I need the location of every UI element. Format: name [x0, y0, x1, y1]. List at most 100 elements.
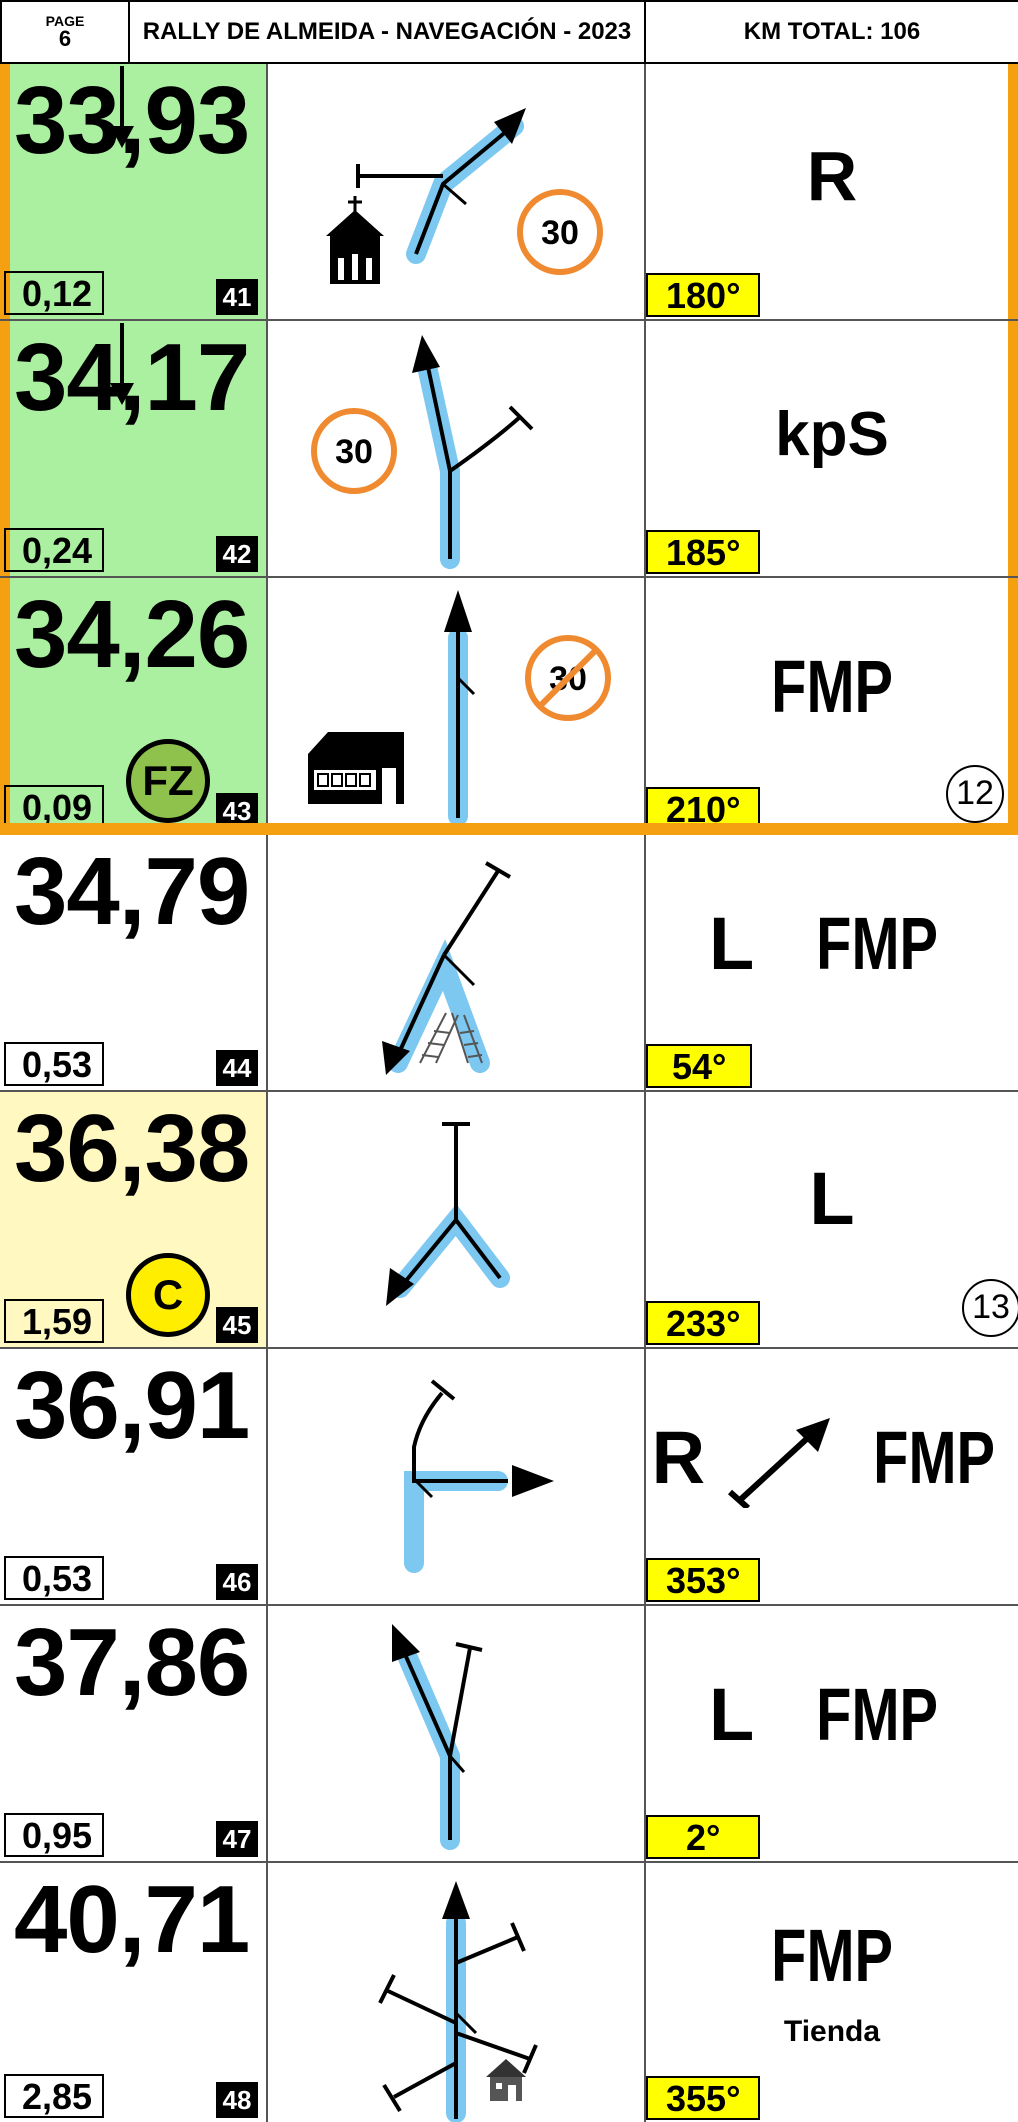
km-total: KM TOTAL: 106 — [743, 18, 921, 45]
roadbook-row: 37,86 0,95 47 L FMP 2° — [0, 1606, 1018, 1863]
instruction-wrap: L FMP — [646, 901, 1018, 986]
tulip-cell — [268, 1092, 646, 1347]
arrow-down-icon — [110, 66, 134, 148]
km-value: 36,91 — [14, 1352, 250, 1459]
partial-distance: 0,53 — [4, 1556, 104, 1600]
roadbook-row: 36,91 0,53 46 R FMP 353° — [0, 1349, 1018, 1606]
instruction-text: kpS — [775, 400, 889, 469]
waypoint-number: 12 — [946, 765, 1004, 823]
km-value: 37,86 — [14, 1609, 250, 1716]
km-value: 34,26 — [14, 581, 250, 688]
diagonal-arrow-icon — [727, 1418, 830, 1509]
partial-distance: 0,95 — [4, 1813, 104, 1857]
tulip-diagram: 30 — [308, 590, 611, 826]
instruction-l: L — [709, 1673, 755, 1756]
roadbook-row: 33,93 0,12 41 30 R 180° — [0, 64, 1018, 321]
cap-heading: 355° — [646, 2076, 761, 2120]
distance-cell: 34,17 0,24 42 — [0, 321, 268, 576]
instruction-text: R — [806, 137, 858, 215]
cap-heading: 233° — [646, 1301, 761, 1345]
instruction-text: FMP — [815, 1673, 938, 1756]
instruction-wrap: FMP — [646, 1913, 1018, 1998]
roadbook-row: 34,26 FZ 0,09 43 FMP 210° 12 — [0, 578, 1018, 835]
cap-heading: 353° — [646, 1558, 761, 1602]
house-icon — [308, 732, 404, 804]
tulip-diagram — [404, 1379, 554, 1573]
box-number: 46 — [216, 1564, 258, 1600]
instruction-r: R — [651, 1416, 706, 1499]
page-number: 6 — [58, 26, 72, 51]
instruction-note: Tienda — [783, 2015, 881, 2048]
instruction-text: FMP — [771, 1914, 893, 1997]
roadbook-header: PAGE 6 RALLY DE ALMEIDA - NAVEGACIÓN - 2… — [0, 0, 1018, 64]
instruction-cell: kpS 185° — [646, 321, 1018, 576]
waypoint-number: 13 — [962, 1279, 1018, 1337]
instruction-wrap: L FMP — [646, 1672, 1018, 1757]
tulip-cell: 30 — [268, 64, 646, 319]
speed-limit-icon: 30 — [311, 408, 397, 494]
km-value: 36,38 — [14, 1095, 250, 1202]
partial-distance: 2,85 — [4, 2074, 104, 2118]
distance-cell: 34,79 0,53 44 — [0, 835, 268, 1090]
tulip-diagram — [378, 1881, 538, 2122]
partial-distance: 0,53 — [4, 1042, 104, 1086]
tulip-cell — [268, 835, 646, 1090]
roadbook-row: 36,38 C 1,59 45 L 233° 13 — [0, 1092, 1018, 1349]
km-value: 40,71 — [14, 1866, 250, 1973]
tulip-cell: 30 — [268, 578, 646, 833]
box-number: 44 — [216, 1050, 258, 1086]
distance-cell: 37,86 0,95 47 — [0, 1606, 268, 1861]
svg-text:30: 30 — [335, 433, 373, 471]
partial-distance: 0,24 — [4, 528, 104, 572]
arrow-down-icon — [110, 323, 134, 405]
instruction-text: FMP — [873, 1416, 996, 1499]
church-icon — [326, 196, 384, 284]
instruction-cell: FMP Tienda 355° — [646, 1863, 1018, 2122]
instruction-wrap: R FMP — [646, 1415, 1018, 1509]
instruction-text: FMP — [771, 645, 893, 728]
box-number: 45 — [216, 1307, 258, 1343]
instruction-text: L — [809, 1157, 855, 1240]
box-number: 48 — [216, 2082, 258, 2118]
zone-border — [0, 823, 1018, 835]
roadbook-row: 34,17 0,24 42 30 kpS 185° — [0, 321, 1018, 578]
partial-distance: 1,59 — [4, 1299, 104, 1343]
cap-heading: 180° — [646, 273, 761, 317]
instruction-wrap: FMP — [646, 644, 1018, 729]
tulip-cell: 30 — [268, 321, 646, 576]
instruction-cell: L FMP 2° — [646, 1606, 1018, 1861]
cap-heading: 54° — [646, 1044, 753, 1088]
km-value: 34,79 — [14, 838, 250, 945]
instruction-cell: L FMP 54° — [646, 835, 1018, 1090]
distance-cell: 40,71 2,85 48 — [0, 1863, 268, 2122]
control-badge: C — [126, 1253, 210, 1337]
tulip-diagram: 30 — [326, 108, 603, 284]
instruction-cell: R 180° — [646, 64, 1018, 319]
instruction-text: FMP — [815, 902, 938, 985]
tulip-diagram: 30 — [311, 335, 534, 569]
distance-cell: 34,26 FZ 0,09 43 — [0, 578, 268, 833]
rally-title: RALLY DE ALMEIDA - NAVEGACIÓN - 2023 — [130, 2, 646, 62]
distance-cell: 36,91 0,53 46 — [0, 1349, 268, 1604]
cap-heading: 185° — [646, 530, 761, 574]
instruction-cell: L 233° 13 — [646, 1092, 1018, 1347]
instruction-cell: R FMP 353° — [646, 1349, 1018, 1604]
distance-cell: 33,93 0,12 41 — [0, 64, 268, 319]
partial-distance: 0,12 — [4, 271, 104, 315]
tulip-cell — [268, 1606, 646, 1861]
speed-limit-icon: 30 — [517, 189, 603, 275]
tulip-diagram — [392, 1624, 483, 1850]
end-speed-limit-icon: 30 — [525, 635, 611, 721]
box-number: 42 — [216, 536, 258, 572]
box-number: 41 — [216, 279, 258, 315]
roadbook-row: 34,79 0,53 44 L FMP 54° — [0, 835, 1018, 1092]
page-indicator: PAGE 6 — [0, 2, 130, 62]
roadbook-page: PAGE 6 RALLY DE ALMEIDA - NAVEGACIÓN - 2… — [0, 0, 1018, 2122]
fz-badge: FZ — [126, 739, 210, 823]
instruction-l: L — [709, 902, 755, 985]
tulip-cell — [268, 1863, 646, 2122]
shop-icon — [486, 2059, 526, 2101]
distance-cell: 36,38 C 1,59 45 — [0, 1092, 268, 1347]
roadbook-row: 40,71 2,85 48 FMP Tienda 355° — [0, 1863, 1018, 2122]
svg-text:30: 30 — [541, 214, 579, 252]
